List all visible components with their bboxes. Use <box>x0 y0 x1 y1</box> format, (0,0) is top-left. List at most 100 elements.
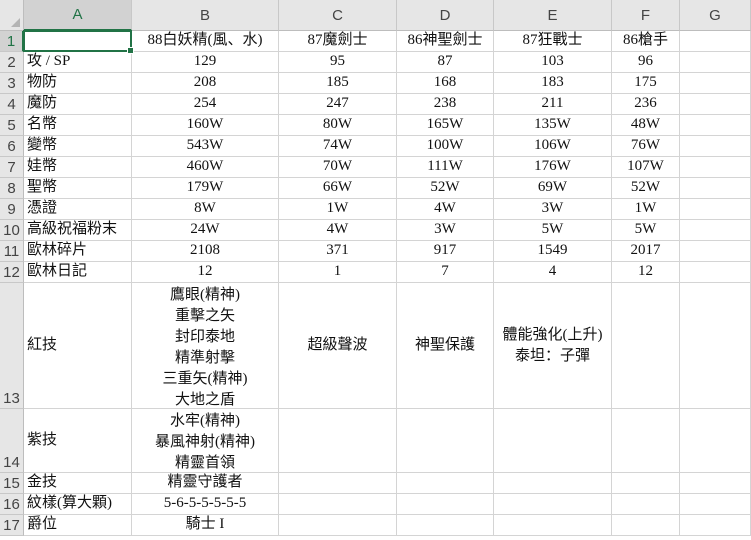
cell-B1[interactable]: 88白妖精(風、水) <box>132 31 279 52</box>
cell-A17[interactable]: 爵位 <box>24 515 132 536</box>
cell-B6[interactable]: 543W <box>132 136 279 157</box>
row-header-8[interactable]: 8 <box>0 178 24 199</box>
cell-G6[interactable] <box>680 136 751 157</box>
cell-C12[interactable]: 1 <box>279 262 397 283</box>
cell-F7[interactable]: 107W <box>612 157 680 178</box>
row-header-12[interactable]: 12 <box>0 262 24 283</box>
cell-G17[interactable] <box>680 515 751 536</box>
row-header-2[interactable]: 2 <box>0 52 24 73</box>
cell-E1[interactable]: 87狂戰士 <box>494 31 612 52</box>
cell-G1[interactable] <box>680 31 751 52</box>
cell-C13[interactable]: 超級聲波 <box>279 283 397 409</box>
cell-C15[interactable] <box>279 473 397 494</box>
cell-E17[interactable] <box>494 515 612 536</box>
cell-E3[interactable]: 183 <box>494 73 612 94</box>
cell-C5[interactable]: 80W <box>279 115 397 136</box>
cell-A10[interactable]: 高級祝福粉末 <box>24 220 132 241</box>
column-header-C[interactable]: C <box>279 0 397 31</box>
cell-A8[interactable]: 聖幣 <box>24 178 132 199</box>
cell-D7[interactable]: 111W <box>397 157 494 178</box>
cell-G8[interactable] <box>680 178 751 199</box>
spreadsheet-grid[interactable]: A B C D E F G 1 2 3 4 5 6 7 8 9 10 11 12 13 14 15 16 17 88白妖精(風、… <box>0 0 751 540</box>
cell-G14[interactable] <box>680 409 751 473</box>
cell-E9[interactable]: 3W <box>494 199 612 220</box>
select-all-corner[interactable] <box>0 0 24 31</box>
cell-B11[interactable]: 2108 <box>132 241 279 262</box>
cell-G3[interactable] <box>680 73 751 94</box>
cell-A16[interactable]: 紋樣(算大顆) <box>24 494 132 515</box>
column-header-F[interactable]: F <box>612 0 680 31</box>
cell-C7[interactable]: 70W <box>279 157 397 178</box>
cell-F16[interactable] <box>612 494 680 515</box>
cell-B15[interactable]: 精靈守護者 <box>132 473 279 494</box>
cell-G10[interactable] <box>680 220 751 241</box>
row-header-5[interactable]: 5 <box>0 115 24 136</box>
cell-C11[interactable]: 371 <box>279 241 397 262</box>
cell-D11[interactable]: 917 <box>397 241 494 262</box>
cell-C2[interactable]: 95 <box>279 52 397 73</box>
cell-A5[interactable]: 名幣 <box>24 115 132 136</box>
cell-A12[interactable]: 歐林日記 <box>24 262 132 283</box>
cell-D5[interactable]: 165W <box>397 115 494 136</box>
cell-A13[interactable]: 紅技 <box>24 283 132 409</box>
cell-D16[interactable] <box>397 494 494 515</box>
row-header-9[interactable]: 9 <box>0 199 24 220</box>
cell-E15[interactable] <box>494 473 612 494</box>
cell-B3[interactable]: 208 <box>132 73 279 94</box>
cell-D6[interactable]: 100W <box>397 136 494 157</box>
cell-F8[interactable]: 52W <box>612 178 680 199</box>
cell-G13[interactable] <box>680 283 751 409</box>
cell-C16[interactable] <box>279 494 397 515</box>
cell-G9[interactable] <box>680 199 751 220</box>
cell-C14[interactable] <box>279 409 397 473</box>
cell-B12[interactable]: 12 <box>132 262 279 283</box>
cell-E11[interactable]: 1549 <box>494 241 612 262</box>
cell-G5[interactable] <box>680 115 751 136</box>
cell-F14[interactable] <box>612 409 680 473</box>
cell-E7[interactable]: 176W <box>494 157 612 178</box>
cell-B10[interactable]: 24W <box>132 220 279 241</box>
cell-G4[interactable] <box>680 94 751 115</box>
row-header-10[interactable]: 10 <box>0 220 24 241</box>
cell-C9[interactable]: 1W <box>279 199 397 220</box>
cell-D4[interactable]: 238 <box>397 94 494 115</box>
cell-B7[interactable]: 460W <box>132 157 279 178</box>
row-header-3[interactable]: 3 <box>0 73 24 94</box>
cell-A15[interactable]: 金技 <box>24 473 132 494</box>
cell-B14[interactable]: 水牢(精神) 暴風神射(精神) 精靈首領 <box>132 409 279 473</box>
cell-C10[interactable]: 4W <box>279 220 397 241</box>
cell-G15[interactable] <box>680 473 751 494</box>
cell-D17[interactable] <box>397 515 494 536</box>
cell-A4[interactable]: 魔防 <box>24 94 132 115</box>
cell-G7[interactable] <box>680 157 751 178</box>
cell-A6[interactable]: 變幣 <box>24 136 132 157</box>
cell-B9[interactable]: 8W <box>132 199 279 220</box>
cell-E6[interactable]: 106W <box>494 136 612 157</box>
cell-G12[interactable] <box>680 262 751 283</box>
column-header-D[interactable]: D <box>397 0 494 31</box>
cell-G11[interactable] <box>680 241 751 262</box>
cell-F1[interactable]: 86槍手 <box>612 31 680 52</box>
cell-E10[interactable]: 5W <box>494 220 612 241</box>
cell-D8[interactable]: 52W <box>397 178 494 199</box>
cell-A11[interactable]: 歐林碎片 <box>24 241 132 262</box>
row-header-7[interactable]: 7 <box>0 157 24 178</box>
cell-B13[interactable]: 鷹眼(精神) 重擊之矢 封印泰地 精準射擊 三重矢(精神) 大地之盾 <box>132 283 279 409</box>
cell-B8[interactable]: 179W <box>132 178 279 199</box>
cell-F13[interactable] <box>612 283 680 409</box>
cell-G16[interactable] <box>680 494 751 515</box>
cell-D2[interactable]: 87 <box>397 52 494 73</box>
cell-E8[interactable]: 69W <box>494 178 612 199</box>
cell-F15[interactable] <box>612 473 680 494</box>
column-header-G[interactable]: G <box>680 0 751 31</box>
row-header-14[interactable]: 14 <box>0 409 24 473</box>
cell-A7[interactable]: 娃幣 <box>24 157 132 178</box>
row-header-13[interactable]: 13 <box>0 283 24 409</box>
cell-F9[interactable]: 1W <box>612 199 680 220</box>
cell-D12[interactable]: 7 <box>397 262 494 283</box>
cell-E2[interactable]: 103 <box>494 52 612 73</box>
cell-E4[interactable]: 211 <box>494 94 612 115</box>
cell-F10[interactable]: 5W <box>612 220 680 241</box>
cell-A2[interactable]: 攻 / SP <box>24 52 132 73</box>
cell-F5[interactable]: 48W <box>612 115 680 136</box>
